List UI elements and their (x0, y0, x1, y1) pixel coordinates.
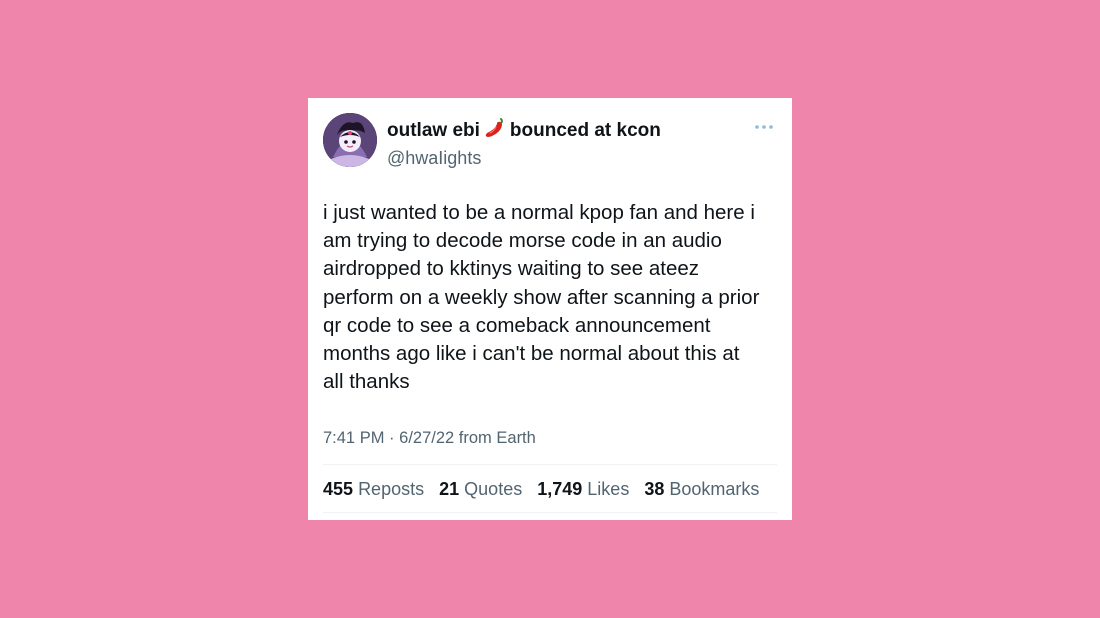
more-dots-icon (755, 125, 773, 129)
quotes-count: 21 (439, 479, 460, 499)
meta-separator: · (389, 429, 395, 447)
reposts-label: Reposts (358, 479, 425, 499)
engagement-stats: 455 Reposts 21 Quotes 1,749 Likes 38 Boo… (323, 479, 769, 500)
display-name-part2: bounced at kcon (509, 120, 661, 141)
tweet-text: i just wanted to be a normal kpop fan an… (323, 201, 760, 394)
likes-count: 1,749 (537, 479, 583, 499)
more-options-button[interactable] (753, 119, 775, 135)
likes-label: Likes (587, 479, 630, 499)
author-handle[interactable]: @hwaIights (387, 147, 661, 169)
tweet-time[interactable]: 7:41 PM (323, 429, 384, 447)
bookmarks-stat[interactable]: 38 Bookmarks (644, 479, 759, 500)
divider (323, 464, 777, 465)
likes-stat[interactable]: 1,749 Likes (537, 479, 629, 500)
chili-pepper-icon (484, 117, 506, 146)
avatar-image (323, 113, 377, 167)
reposts-stat[interactable]: 455 Reposts (323, 479, 424, 500)
tweet-date[interactable]: 6/27/22 (399, 429, 454, 447)
bookmarks-label: Bookmarks (669, 479, 760, 499)
quotes-label: Quotes (464, 479, 523, 499)
reposts-count: 455 (323, 479, 354, 499)
display-name[interactable]: outlaw ebi bounced at kcon (387, 117, 661, 146)
tweet-meta: 7:41 PM · 6/27/22 from Earth (323, 429, 536, 448)
tweet-header: outlaw ebi bounced at kcon @hwaIights (323, 113, 777, 169)
tweet-card: outlaw ebi bounced at kcon @hwaIights i … (308, 98, 792, 520)
author-block: outlaw ebi bounced at kcon @hwaIights (387, 117, 661, 169)
tweet-location: from Earth (458, 429, 536, 447)
avatar[interactable] (323, 113, 377, 167)
quotes-stat[interactable]: 21 Quotes (439, 479, 522, 500)
bookmarks-count: 38 (644, 479, 665, 499)
display-name-part1: outlaw ebi (387, 120, 480, 141)
divider (323, 512, 777, 513)
